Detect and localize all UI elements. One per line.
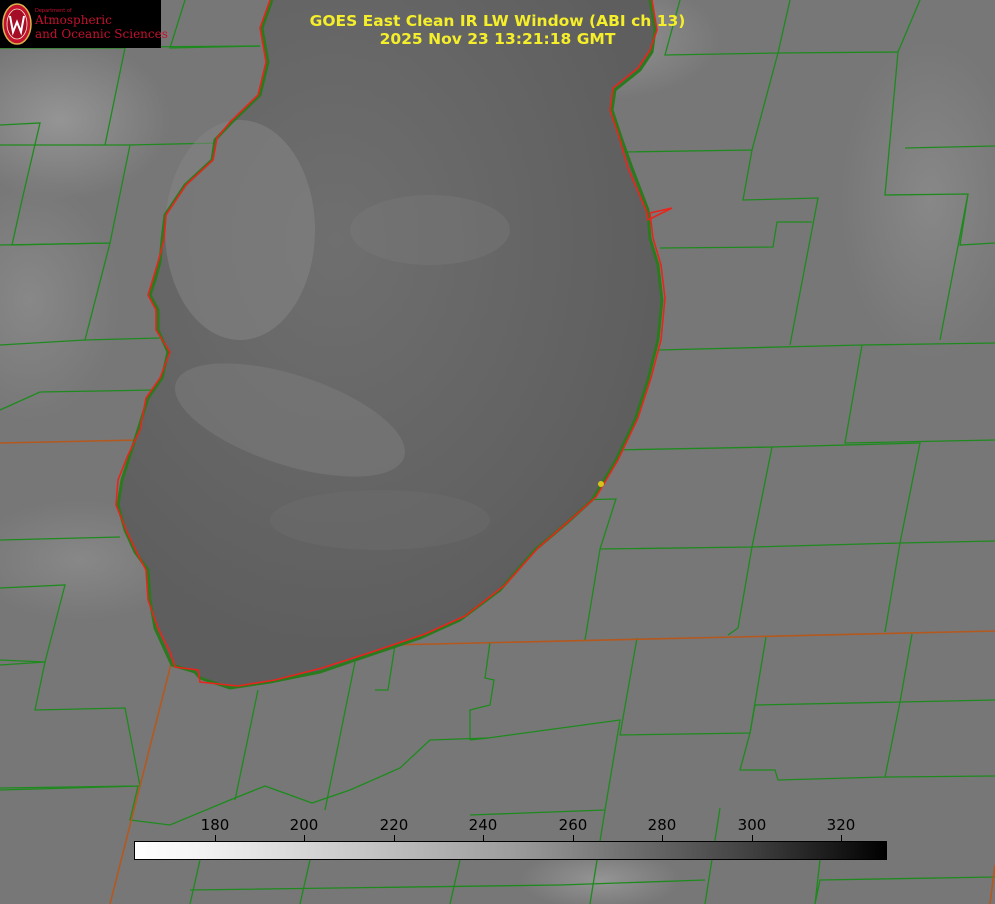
colorbar-tick-label: 320: [826, 816, 856, 834]
logo-line-1: Atmospheric: [35, 13, 112, 27]
colorbar-tick-label: 280: [647, 816, 677, 834]
colorbar-tick: [304, 835, 305, 841]
colorbar-tick: [752, 835, 753, 841]
colorbar-tick-label: 240: [468, 816, 498, 834]
colorbar-tick: [841, 835, 842, 841]
cloud-streak: [270, 490, 490, 550]
temperature-colorbar: [134, 841, 887, 860]
colorbar-tick: [483, 835, 484, 841]
colorbar-tick-label: 220: [379, 816, 409, 834]
colorbar-tick-label: 300: [737, 816, 767, 834]
colorbar-tick: [573, 835, 574, 841]
image-title: GOES East Clean IR LW Window (ABI ch 13): [309, 12, 686, 30]
colorbar-tick: [394, 835, 395, 841]
colorbar-tick: [215, 835, 216, 841]
colorbar-tick-label: 200: [289, 816, 319, 834]
cloud-streak: [165, 120, 315, 340]
satellite-image-viewer: Department of Atmospheric and Oceanic Sc…: [0, 0, 995, 904]
station-marker-icon: [598, 481, 604, 487]
cloud-streak: [350, 195, 510, 265]
colorbar-tick: [662, 835, 663, 841]
ir-satellite-map: [0, 0, 995, 904]
image-timestamp: 2025 Nov 23 13:21:18 GMT: [379, 30, 616, 48]
university-seal-icon: [2, 3, 32, 45]
logo-line-2: and Oceanic Sciences: [35, 27, 168, 41]
colorbar-tick-label: 260: [558, 816, 588, 834]
uw-aos-logo: Department of Atmospheric and Oceanic Sc…: [0, 0, 168, 48]
colorbar-tick-label: 180: [200, 816, 230, 834]
